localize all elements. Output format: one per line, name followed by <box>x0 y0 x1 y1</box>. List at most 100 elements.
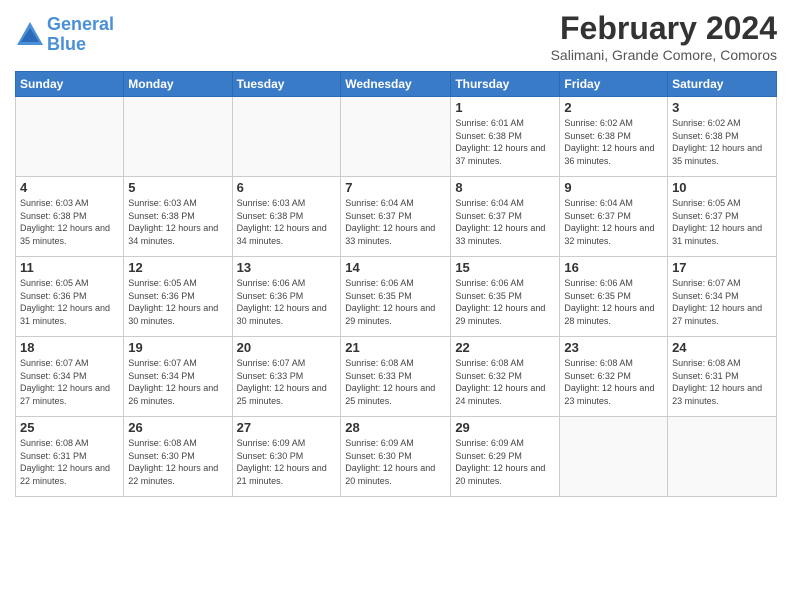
calendar-weekday-header: Friday <box>560 72 668 97</box>
calendar-day-cell <box>124 97 232 177</box>
day-number: 29 <box>455 420 555 435</box>
day-number: 20 <box>237 340 337 355</box>
calendar-weekday-header: Wednesday <box>341 72 451 97</box>
day-info: Sunrise: 6:08 AM Sunset: 6:31 PM Dayligh… <box>672 357 772 407</box>
logo-text: General Blue <box>47 15 114 55</box>
calendar-day-cell: 26 Sunrise: 6:08 AM Sunset: 6:30 PM Dayli… <box>124 417 232 497</box>
calendar-day-cell: 1 Sunrise: 6:01 AM Sunset: 6:38 PM Daylig… <box>451 97 560 177</box>
day-info: Sunrise: 6:08 AM Sunset: 6:31 PM Dayligh… <box>20 437 119 487</box>
calendar-day-cell: 19 Sunrise: 6:07 AM Sunset: 6:34 PM Dayli… <box>124 337 232 417</box>
day-info: Sunrise: 6:09 AM Sunset: 6:30 PM Dayligh… <box>345 437 446 487</box>
calendar-table: SundayMondayTuesdayWednesdayThursdayFrid… <box>15 71 777 497</box>
day-info: Sunrise: 6:08 AM Sunset: 6:33 PM Dayligh… <box>345 357 446 407</box>
month-title: February 2024 <box>551 10 777 47</box>
calendar-day-cell: 23 Sunrise: 6:08 AM Sunset: 6:32 PM Dayli… <box>560 337 668 417</box>
calendar-week-row: 25 Sunrise: 6:08 AM Sunset: 6:31 PM Dayli… <box>16 417 777 497</box>
day-info: Sunrise: 6:04 AM Sunset: 6:37 PM Dayligh… <box>564 197 663 247</box>
calendar-day-cell <box>560 417 668 497</box>
day-number: 17 <box>672 260 772 275</box>
logo: General Blue <box>15 15 114 55</box>
calendar-day-cell <box>16 97 124 177</box>
day-number: 1 <box>455 100 555 115</box>
calendar-day-cell: 14Sunrise: 6:06 AM Sunset: 6:35 PM Dayli… <box>341 257 451 337</box>
calendar-day-cell: 2Sunrise: 6:02 AM Sunset: 6:38 PM Daylig… <box>560 97 668 177</box>
calendar-day-cell: 28Sunrise: 6:09 AM Sunset: 6:30 PM Dayli… <box>341 417 451 497</box>
calendar-weekday-header: Thursday <box>451 72 560 97</box>
calendar-day-cell: 29 Sunrise: 6:09 AM Sunset: 6:29 PM Dayli… <box>451 417 560 497</box>
day-info: Sunrise: 6:04 AM Sunset: 6:37 PM Dayligh… <box>455 197 555 247</box>
calendar-day-cell: 12 Sunrise: 6:05 AM Sunset: 6:36 PM Dayli… <box>124 257 232 337</box>
day-number: 4 <box>20 180 119 195</box>
calendar-day-cell: 9Sunrise: 6:04 AM Sunset: 6:37 PM Daylig… <box>560 177 668 257</box>
logo-icon <box>15 20 45 50</box>
day-info: Sunrise: 6:06 AM Sunset: 6:35 PM Dayligh… <box>345 277 446 327</box>
calendar-day-cell <box>341 97 451 177</box>
day-number: 27 <box>237 420 337 435</box>
day-number: 10 <box>672 180 772 195</box>
day-info: Sunrise: 6:05 AM Sunset: 6:36 PM Dayligh… <box>20 277 119 327</box>
calendar-week-row: 4 Sunrise: 6:03 AM Sunset: 6:38 PM Daylig… <box>16 177 777 257</box>
day-info: Sunrise: 6:08 AM Sunset: 6:32 PM Dayligh… <box>564 357 663 407</box>
day-number: 26 <box>128 420 227 435</box>
day-info: Sunrise: 6:07 AM Sunset: 6:34 PM Dayligh… <box>20 357 119 407</box>
day-info: Sunrise: 6:01 AM Sunset: 6:38 PM Dayligh… <box>455 117 555 167</box>
day-info: Sunrise: 6:07 AM Sunset: 6:33 PM Dayligh… <box>237 357 337 407</box>
day-number: 6 <box>237 180 337 195</box>
calendar-header-row: SundayMondayTuesdayWednesdayThursdayFrid… <box>16 72 777 97</box>
day-number: 3 <box>672 100 772 115</box>
calendar-day-cell <box>668 417 777 497</box>
day-number: 11 <box>20 260 119 275</box>
day-info: Sunrise: 6:03 AM Sunset: 6:38 PM Dayligh… <box>128 197 227 247</box>
day-number: 16 <box>564 260 663 275</box>
calendar-week-row: 11 Sunrise: 6:05 AM Sunset: 6:36 PM Dayli… <box>16 257 777 337</box>
title-area: February 2024 Salimani, Grande Comore, C… <box>551 10 777 63</box>
calendar-day-cell <box>232 97 341 177</box>
day-number: 25 <box>20 420 119 435</box>
calendar-weekday-header: Tuesday <box>232 72 341 97</box>
calendar-weekday-header: Monday <box>124 72 232 97</box>
calendar-day-cell: 13 Sunrise: 6:06 AM Sunset: 6:36 PM Dayli… <box>232 257 341 337</box>
day-number: 24 <box>672 340 772 355</box>
day-info: Sunrise: 6:07 AM Sunset: 6:34 PM Dayligh… <box>672 277 772 327</box>
calendar-day-cell: 18 Sunrise: 6:07 AM Sunset: 6:34 PM Dayli… <box>16 337 124 417</box>
calendar-day-cell: 25 Sunrise: 6:08 AM Sunset: 6:31 PM Dayli… <box>16 417 124 497</box>
day-info: Sunrise: 6:09 AM Sunset: 6:29 PM Dayligh… <box>455 437 555 487</box>
calendar-day-cell: 4Sunrise: 6:03 AM Sunset: 6:38 PM Daylig… <box>16 177 124 257</box>
calendar-weekday-header: Sunday <box>16 72 124 97</box>
calendar-day-cell: 5 Sunrise: 6:03 AM Sunset: 6:38 PM Daylig… <box>124 177 232 257</box>
calendar-weekday-header: Saturday <box>668 72 777 97</box>
day-number: 23 <box>564 340 663 355</box>
day-info: Sunrise: 6:08 AM Sunset: 6:32 PM Dayligh… <box>455 357 555 407</box>
calendar-day-cell: 16 Sunrise: 6:06 AM Sunset: 6:35 PM Dayli… <box>560 257 668 337</box>
day-info: Sunrise: 6:06 AM Sunset: 6:36 PM Dayligh… <box>237 277 337 327</box>
calendar-day-cell: 15Sunrise: 6:06 AM Sunset: 6:35 PM Dayli… <box>451 257 560 337</box>
day-number: 5 <box>128 180 227 195</box>
day-number: 22 <box>455 340 555 355</box>
location-subtitle: Salimani, Grande Comore, Comoros <box>551 47 777 63</box>
calendar-day-cell: 6Sunrise: 6:03 AM Sunset: 6:38 PM Daylig… <box>232 177 341 257</box>
day-info: Sunrise: 6:05 AM Sunset: 6:37 PM Dayligh… <box>672 197 772 247</box>
day-number: 21 <box>345 340 446 355</box>
logo-line2: Blue <box>47 34 86 54</box>
day-number: 8 <box>455 180 555 195</box>
calendar-day-cell: 10 Sunrise: 6:05 AM Sunset: 6:37 PM Dayli… <box>668 177 777 257</box>
day-info: Sunrise: 6:06 AM Sunset: 6:35 PM Dayligh… <box>564 277 663 327</box>
calendar-week-row: 18 Sunrise: 6:07 AM Sunset: 6:34 PM Dayli… <box>16 337 777 417</box>
calendar-day-cell: 21 Sunrise: 6:08 AM Sunset: 6:33 PM Dayli… <box>341 337 451 417</box>
calendar-day-cell: 3Sunrise: 6:02 AM Sunset: 6:38 PM Daylig… <box>668 97 777 177</box>
day-number: 13 <box>237 260 337 275</box>
calendar-day-cell: 27Sunrise: 6:09 AM Sunset: 6:30 PM Dayli… <box>232 417 341 497</box>
day-number: 18 <box>20 340 119 355</box>
calendar-day-cell: 8 Sunrise: 6:04 AM Sunset: 6:37 PM Daylig… <box>451 177 560 257</box>
calendar-day-cell: 11 Sunrise: 6:05 AM Sunset: 6:36 PM Dayli… <box>16 257 124 337</box>
calendar-day-cell: 24 Sunrise: 6:08 AM Sunset: 6:31 PM Dayli… <box>668 337 777 417</box>
day-info: Sunrise: 6:07 AM Sunset: 6:34 PM Dayligh… <box>128 357 227 407</box>
day-number: 19 <box>128 340 227 355</box>
day-number: 7 <box>345 180 446 195</box>
calendar-day-cell: 7 Sunrise: 6:04 AM Sunset: 6:37 PM Daylig… <box>341 177 451 257</box>
day-info: Sunrise: 6:04 AM Sunset: 6:37 PM Dayligh… <box>345 197 446 247</box>
day-info: Sunrise: 6:05 AM Sunset: 6:36 PM Dayligh… <box>128 277 227 327</box>
day-info: Sunrise: 6:08 AM Sunset: 6:30 PM Dayligh… <box>128 437 227 487</box>
page: General Blue February 2024 Salimani, Gra… <box>0 0 792 612</box>
day-number: 12 <box>128 260 227 275</box>
